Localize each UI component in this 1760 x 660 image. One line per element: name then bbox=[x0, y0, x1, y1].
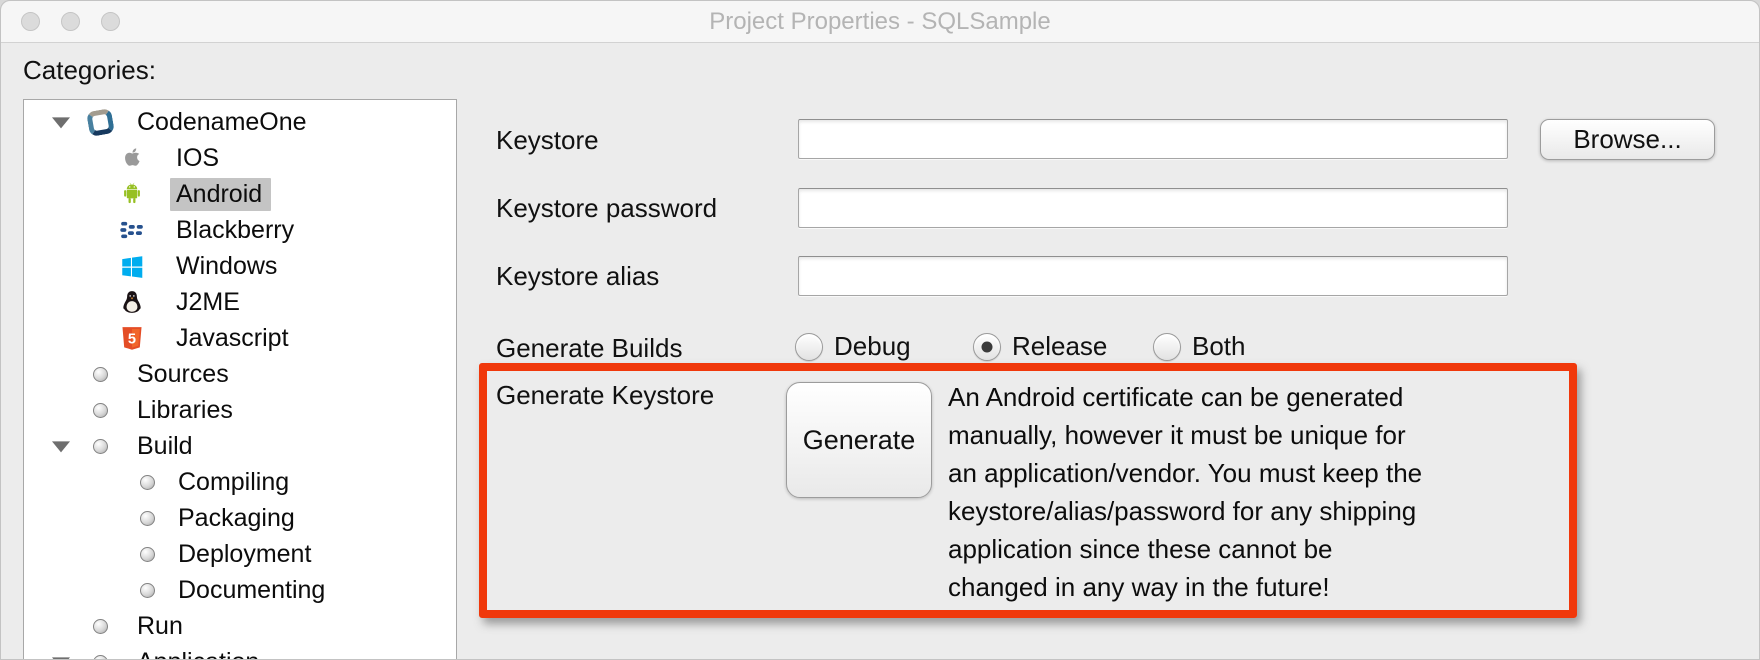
codenameone-logo bbox=[85, 107, 115, 137]
keystore-alias-label: Keystore alias bbox=[496, 261, 660, 291]
generate-button[interactable]: Generate bbox=[786, 382, 932, 498]
sphere-icon bbox=[92, 438, 108, 454]
radio-both-control[interactable] bbox=[1153, 332, 1181, 361]
tree-item-build[interactable]: Build bbox=[24, 428, 456, 464]
radio-debug-control[interactable] bbox=[795, 332, 823, 361]
javascript-icon: 5 bbox=[118, 324, 146, 352]
sphere-icon bbox=[92, 402, 108, 418]
tree-item-libraries[interactable]: Libraries bbox=[24, 392, 456, 428]
windows-icon bbox=[118, 252, 146, 280]
generate-builds-label: Generate Builds bbox=[496, 333, 683, 363]
radio-debug[interactable]: Debug bbox=[795, 331, 911, 362]
tree-item-windows[interactable]: Windows bbox=[24, 248, 456, 284]
keystore-label: Keystore bbox=[496, 125, 599, 155]
keystore-password-label: Keystore password bbox=[496, 193, 718, 223]
sphere-icon bbox=[92, 654, 108, 659]
android-icon bbox=[118, 180, 146, 208]
sphere-icon bbox=[139, 582, 155, 598]
tree-item-application[interactable]: Application bbox=[24, 644, 456, 659]
tree-item-j2me[interactable]: J2ME bbox=[24, 284, 456, 320]
tree-item-packaging[interactable]: Packaging bbox=[24, 500, 456, 536]
blackberry-icon bbox=[118, 216, 146, 244]
generate-keystore-label: Generate Keystore bbox=[496, 380, 715, 410]
tree-item-codenameone[interactable]: CodenameOne bbox=[24, 104, 456, 140]
sphere-icon bbox=[139, 474, 155, 490]
svg-text:5: 5 bbox=[128, 332, 136, 348]
categories-label: Categories: bbox=[23, 55, 156, 85]
radio-release[interactable]: Release bbox=[973, 331, 1107, 362]
window-title: Project Properties - SQLSample bbox=[709, 8, 1051, 35]
expand-arrow-icon[interactable] bbox=[52, 117, 70, 129]
expand-arrow-icon[interactable] bbox=[52, 441, 70, 453]
sphere-icon bbox=[92, 618, 108, 634]
j2me-icon bbox=[118, 288, 146, 316]
tree-item-blackberry[interactable]: Blackberry bbox=[24, 212, 456, 248]
sphere-icon bbox=[139, 546, 155, 562]
apple-icon bbox=[118, 144, 146, 172]
sphere-icon bbox=[92, 366, 108, 382]
browse-button[interactable]: Browse... bbox=[1540, 119, 1715, 160]
keystore-description-text: An Android certificate can be generated … bbox=[948, 382, 1423, 602]
keystore-alias-input[interactable] bbox=[798, 256, 1508, 296]
tree-item-run[interactable]: Run bbox=[24, 608, 456, 644]
radio-release-control[interactable] bbox=[973, 332, 1001, 361]
tree-item-documenting[interactable]: Documenting bbox=[24, 572, 456, 608]
keystore-input[interactable] bbox=[798, 119, 1508, 159]
tree-item-deployment[interactable]: Deployment bbox=[24, 536, 456, 572]
title-bar: Project Properties - SQLSample bbox=[1, 1, 1759, 43]
radio-both[interactable]: Both bbox=[1153, 331, 1246, 362]
tree-item-compiling[interactable]: Compiling bbox=[24, 464, 456, 500]
tree-item-android[interactable]: Android bbox=[24, 176, 456, 212]
sphere-icon bbox=[139, 510, 155, 526]
keystore-password-input[interactable] bbox=[798, 188, 1508, 228]
tree-item-javascript[interactable]: 5 Javascript bbox=[24, 320, 456, 356]
tree-item-ios[interactable]: IOS bbox=[24, 140, 456, 176]
tree-item-sources[interactable]: Sources bbox=[24, 356, 456, 392]
project-properties-window: Project Properties - SQLSample Categorie… bbox=[0, 0, 1760, 660]
categories-tree: CodenameOne IOS Android Blackberry Windo… bbox=[23, 99, 457, 659]
